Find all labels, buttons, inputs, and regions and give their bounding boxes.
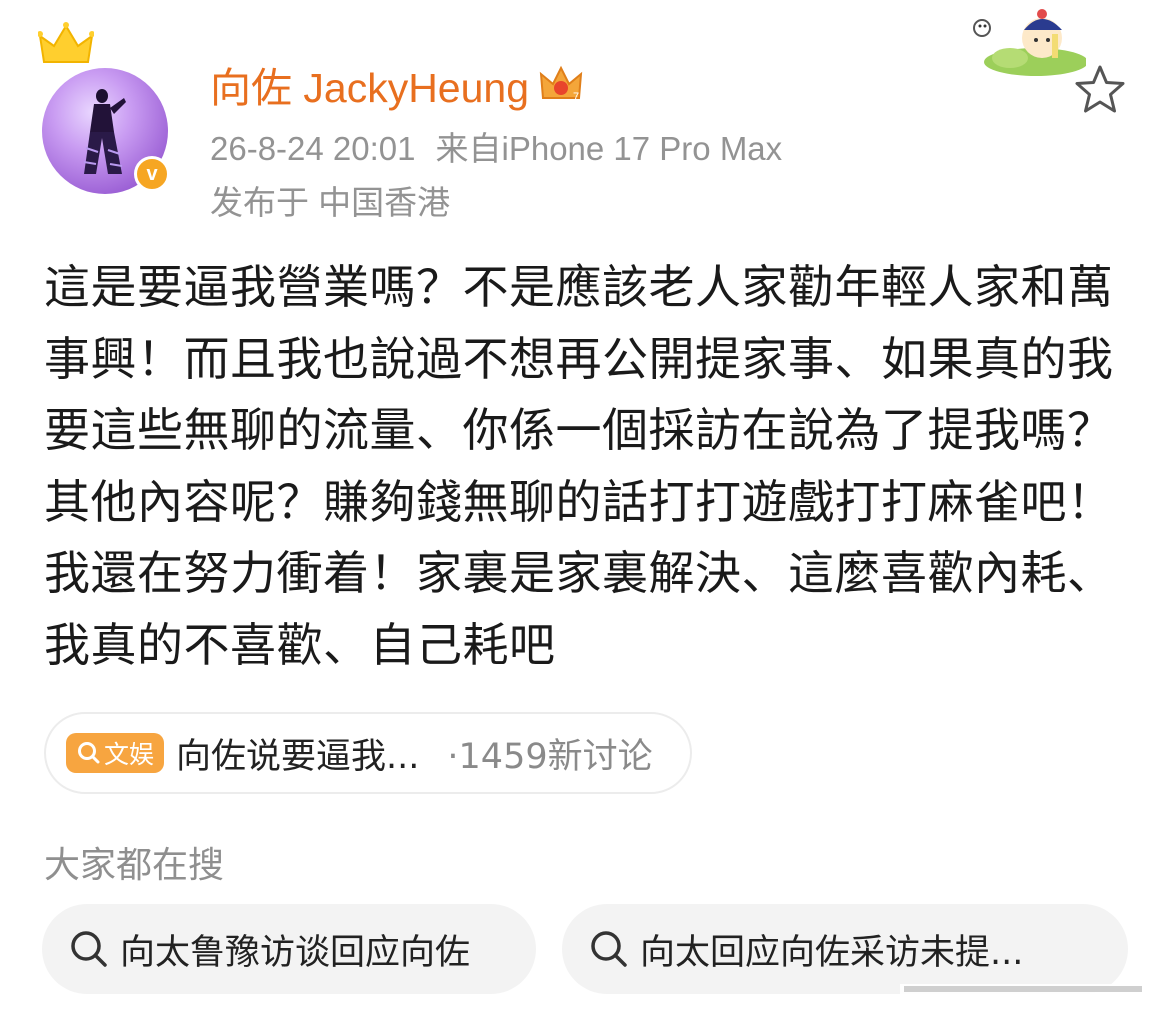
- star-icon[interactable]: [1072, 62, 1128, 118]
- search-suggestion[interactable]: 向太鲁豫访谈回应向佐: [42, 904, 536, 994]
- avatar-container[interactable]: v: [38, 22, 178, 194]
- vip-crown-icon[interactable]: 7: [539, 64, 583, 104]
- post-timestamp: 26-8-24 20:01: [210, 130, 416, 167]
- post-location: 发布于 中国香港: [210, 184, 451, 221]
- author-name[interactable]: 向佐 JackyHeung: [210, 54, 529, 114]
- topic-count: ·1459新讨论: [447, 736, 653, 777]
- weibo-post-page: v 向佐 JackyHeung 7 26-8-24 20:01 来自iPhone …: [0, 0, 1170, 1026]
- post-meta: 26-8-24 20:01 来自iPhone 17 Pro Max: [210, 122, 802, 170]
- author-row: 向佐 JackyHeung 7: [210, 58, 583, 111]
- topic-badge: 文娱: [66, 733, 165, 773]
- topic-chip[interactable]: 文娱 向佐说要逼我... ·1459新讨论: [44, 712, 692, 794]
- verified-icon: v: [134, 156, 170, 192]
- watermark-icon: [900, 984, 1146, 994]
- search-icon: [78, 742, 100, 764]
- section-heading: 大家都在搜: [44, 845, 225, 886]
- avatar-figure-icon: [83, 89, 126, 174]
- svg-text:7: 7: [573, 91, 579, 103]
- topic-title: 向佐说要逼我...: [176, 736, 420, 777]
- decorative-sticker-icon: [973, 9, 1086, 76]
- crown-icon: [38, 22, 94, 63]
- search-suggestion-label: 向太回应向佐采访未提...: [640, 932, 1024, 973]
- topic-badge-label: 文娱: [104, 741, 155, 769]
- search-icon: [591, 931, 627, 967]
- post-source: 来自iPhone 17 Pro Max: [435, 130, 783, 167]
- search-suggestion-label: 向太鲁豫访谈回应向佐: [120, 932, 471, 973]
- search-icon: [71, 931, 107, 967]
- post-text: 這是要逼我營業嗎？不是應該老人家勸年輕人家和萬事興！而且我也說過不想再公開提家事…: [44, 260, 1114, 672]
